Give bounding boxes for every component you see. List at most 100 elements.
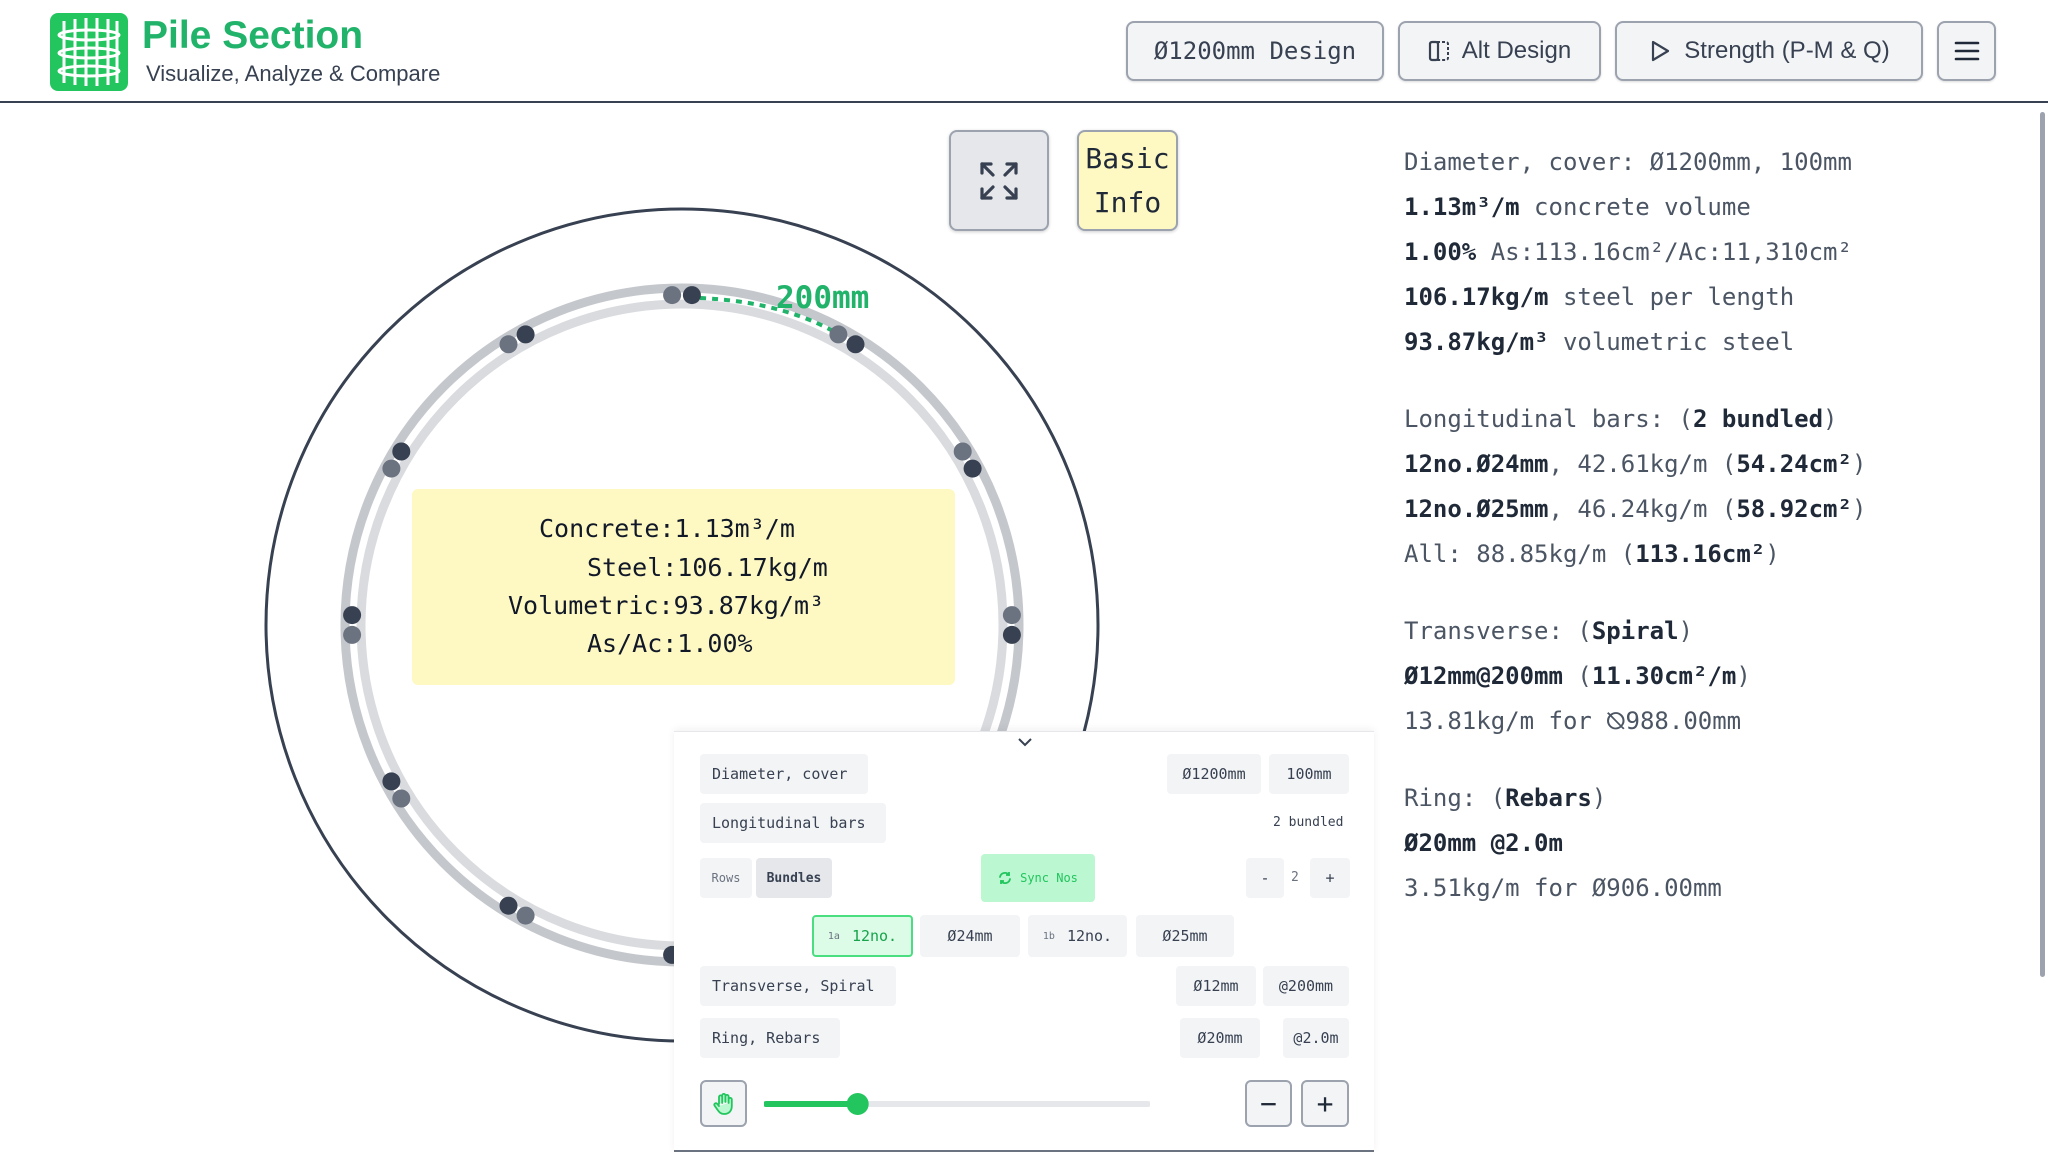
page-scrollbar[interactable] [2040,112,2045,977]
menu-button[interactable] [1937,21,1996,81]
pile-logo-icon [50,13,128,91]
info-trans-value: Ø12mm@200mm [1404,662,1563,690]
info-trans-close: ) [1678,617,1693,645]
zoom-out-button[interactable]: − [1245,1080,1292,1127]
summary-volumetric: Volumetric:93.87kg/m³ [508,591,825,620]
bar-b [953,442,972,461]
strength-label: Strength (P-M & Q) [1684,37,1890,64]
bar-a [499,896,518,915]
bar-b [499,335,518,354]
basic-info-button[interactable]: Basic Info [1077,130,1178,231]
info-volume: 1.13m³/m concrete volume [1404,193,1751,221]
info-bar2-area: 58.92cm² [1736,495,1852,523]
diameter-input[interactable]: Ø1200mm [1167,754,1261,794]
info-ring-close: ) [1591,784,1607,812]
tab-rows[interactable]: Rows [700,858,752,898]
sync-nos-button[interactable]: Sync Nos [981,854,1095,902]
diameter-cover-label: Diameter, cover [700,754,868,794]
info-trans-area: 11.30cm²/m [1591,662,1737,690]
transverse-diameter-input[interactable]: Ø12mm [1176,966,1256,1006]
info-all: All: 88.85kg/m (113.16cm²) [1404,540,1780,568]
alt-design-label: Alt Design [1461,37,1572,64]
info-long-close: ) [1823,405,1838,433]
transverse-label: Transverse, Spiral [700,966,896,1006]
ring-diameter-input[interactable]: Ø20mm [1180,1018,1260,1058]
info-trans-value-line: Ø12mm@200mm (11.30cm²/m) [1404,662,1751,690]
summary-ratio: As/Ac:1.00% [587,629,753,658]
sync-nos-label: Sync Nos [1020,871,1078,885]
info-transverse: Transverse: (Spiral) [1404,617,1693,645]
info-ring-type: Rebars [1505,784,1592,812]
strength-button[interactable]: Strength (P-M & Q) [1615,21,1923,81]
bar-a [343,606,362,625]
split-view-icon [1428,40,1449,62]
cover-input[interactable]: 100mm [1269,754,1349,794]
design-button[interactable]: Ø1200mm Design [1126,21,1384,81]
summary-concrete: Concrete:1.13m³/m [539,514,795,543]
info-volume-value: 1.13m³/m [1404,193,1520,221]
info-ring-value-line: Ø20mm @2.0m [1404,829,1563,857]
bar-a [516,325,535,344]
expand-icon [980,161,1018,200]
info-ring: Ring: (Rebars) [1404,784,1606,812]
info-steel: 106.17kg/m steel per length [1404,283,1794,311]
bar-b [829,325,848,344]
zoom-in-button[interactable]: + [1301,1080,1349,1127]
zoom-slider-thumb[interactable] [846,1093,869,1115]
bar-b [392,789,411,808]
info-long-bundled: 2 bundled [1692,405,1824,433]
bar-a [682,286,701,305]
spacing-label: 200mm [776,280,869,316]
bar-1b-tag: 1b [1042,930,1055,942]
bar-1b-count-button[interactable]: 1b 12no. [1028,915,1127,957]
info-volumetric-label: volumetric steel [1548,328,1795,356]
zoom-slider[interactable] [764,1092,1150,1116]
info-trans-type: Spiral [1591,617,1679,645]
app-subtitle: Visualize, Analyze & Compare [146,61,441,86]
bar-1a-diameter-button[interactable]: Ø24mm [920,915,1020,957]
bar-b [382,459,401,478]
info-ring-label: Ring: ( [1404,784,1506,812]
info-trans-area-close: ) [1736,662,1751,690]
info-ring-value: Ø20mm @2.0m [1404,829,1563,857]
info-bar1-area: 54.24cm² [1736,450,1852,478]
ring-label: Ring, Rebars [700,1018,840,1058]
info-ratio-label: As:113.16cm²/Ac:11,310cm² [1476,238,1852,266]
bar-a [1002,625,1021,644]
info-all-label: All: 88.85kg/m ( [1404,540,1636,568]
hamburger-menu-icon [1954,41,1979,61]
info-bar1-close: ) [1851,450,1867,478]
info-steel-label: steel per length [1548,283,1795,311]
bar-1b-count: 12no. [1066,927,1113,945]
bundle-increment-button[interactable]: + [1310,858,1350,898]
fullscreen-button[interactable] [949,130,1049,231]
info-bar2-weight: , 46.24kg/m ( [1548,495,1737,523]
transverse-spacing-input[interactable]: @200mm [1263,966,1349,1006]
app-title: Pile Section [142,14,364,57]
summary-steel: Steel:106.17kg/m [587,553,828,582]
pan-button[interactable] [700,1080,747,1127]
info-ratio-value: 1.00% [1404,238,1477,266]
bar-1a-count-button[interactable]: 1a 12no. [812,915,913,957]
info-longitudinal: Longitudinal bars: (2 bundled) [1404,405,1837,433]
bundle-decrement-button[interactable]: - [1246,858,1284,898]
bar-b [1002,606,1021,625]
info-bar2-name: 12no.Ø25mm [1404,495,1549,523]
info-trans-weight: 13.81kg/m for ⦰988.00mm [1404,707,1742,735]
design-button-label: Ø1200mm Design [1153,37,1357,65]
bar-1b-diameter-button[interactable]: Ø25mm [1136,915,1234,957]
info-trans-open: ( [1562,662,1592,690]
info-diameter: Diameter, cover: Ø1200mm, 100mm [1404,148,1852,176]
tab-bundles[interactable]: Bundles [756,858,832,898]
info-bar2-close: ) [1851,495,1867,523]
bar-a [392,442,411,461]
ring-spacing-input[interactable]: @2.0m [1283,1018,1349,1058]
info-steel-value: 106.17kg/m [1404,283,1549,311]
collapse-chevron-icon[interactable] [1017,736,1033,748]
alt-design-button[interactable]: Alt Design [1398,21,1601,81]
bar-a [963,459,982,478]
bundle-count: 2 [1291,870,1299,885]
info-ratio: 1.00% As:113.16cm²/Ac:11,310cm² [1404,238,1852,266]
info-volume-label: concrete volume [1519,193,1751,221]
info-trans-label: Transverse: ( [1404,617,1592,645]
